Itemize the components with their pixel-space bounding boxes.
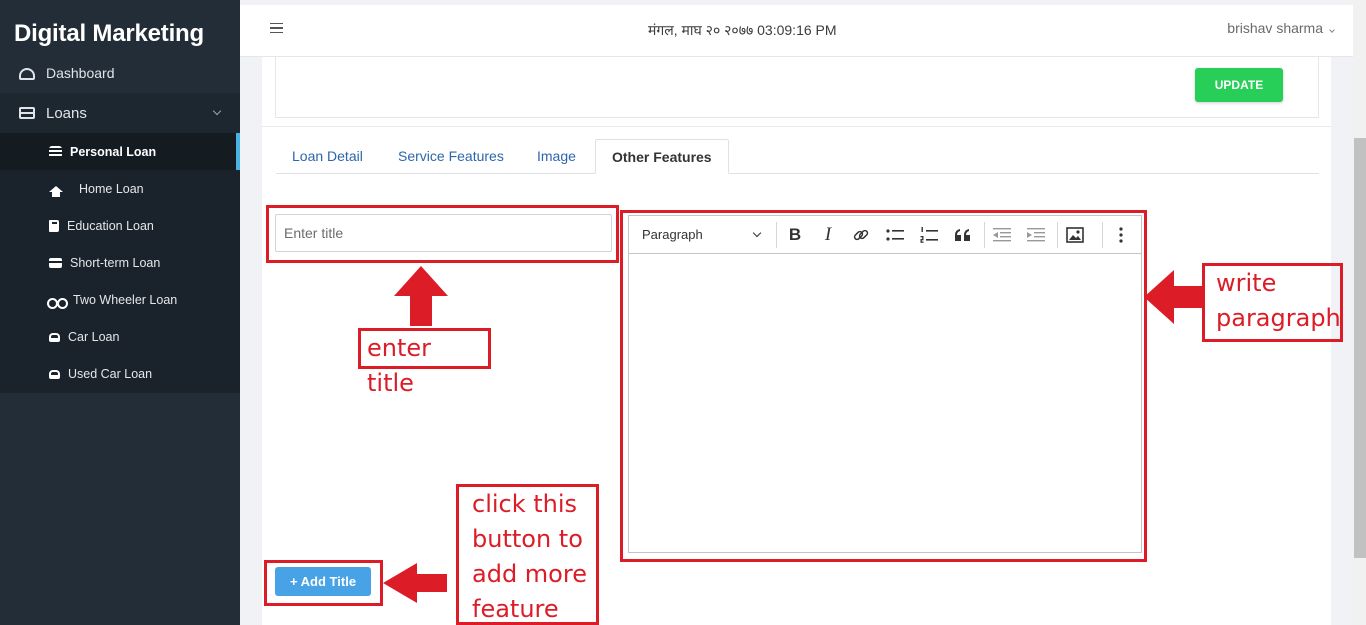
loan-tabs: Loan Detail Service Features Image Other… — [276, 139, 1319, 174]
sidebar-item-label: Home Loan — [79, 181, 144, 196]
annotation-line: button to — [472, 525, 583, 553]
sidebar-item-label: Personal Loan — [70, 144, 157, 159]
sidebar-item-two-wheeler-loan[interactable]: Two Wheeler Loan — [0, 281, 240, 318]
annotation-line: paragraph — [1216, 304, 1341, 332]
motorcycle-icon — [47, 294, 68, 309]
add-button-highlight — [264, 560, 383, 606]
car-icon — [49, 333, 60, 342]
section-divider — [262, 126, 1331, 127]
car-icon — [49, 370, 60, 379]
sidebar-item-car-loan[interactable]: Car Loan — [0, 318, 240, 355]
sidebar-item-home-loan[interactable]: Home Loan — [0, 170, 240, 207]
credit-card-icon — [49, 257, 62, 268]
sidebar-item-personal-loan[interactable]: Personal Loan — [0, 133, 240, 170]
chevron-down-icon[interactable] — [1329, 27, 1335, 33]
sidebar-item-label: Dashboard — [46, 65, 115, 81]
chevron-down-icon — [212, 106, 222, 116]
tab-loan-detail[interactable]: Loan Detail — [292, 139, 363, 174]
sidebar-item-used-car-loan[interactable]: Used Car Loan — [0, 355, 240, 392]
sidebar-item-education-loan[interactable]: Education Loan — [0, 207, 240, 244]
arrow-left-icon — [1144, 270, 1202, 324]
update-button[interactable]: UPDATE — [1195, 68, 1283, 102]
sidebar-item-dashboard[interactable]: Dashboard — [0, 53, 240, 93]
annotation-enter-title: enter title — [358, 328, 491, 397]
home-icon — [49, 185, 63, 197]
tab-service-features[interactable]: Service Features — [398, 139, 504, 174]
sidebar-item-label: Loans — [46, 104, 87, 122]
sidebar-item-label: Short-term Loan — [70, 255, 161, 270]
loans-submenu: Personal Loan Home Loan Education Loan S… — [0, 133, 240, 393]
annotation-write-paragraph: write paragraph — [1202, 263, 1343, 342]
sidebar-item-label: Education Loan — [67, 218, 154, 233]
annotation-line: click this — [472, 490, 578, 518]
annotation-line: feature — [472, 595, 559, 623]
dashboard-gauge-icon — [19, 68, 35, 80]
book-icon — [49, 219, 59, 232]
credit-card-icon — [19, 107, 35, 119]
upper-panel — [275, 57, 1319, 118]
coins-icon — [49, 145, 62, 158]
tab-image[interactable]: Image — [537, 139, 576, 174]
brand-title: Digital Marketing — [14, 20, 204, 47]
sidebar-item-label: Two Wheeler Loan — [73, 292, 178, 307]
editor-highlight — [620, 210, 1147, 562]
app-root: Digital Marketing Dashboard Loans Person… — [0, 0, 1366, 625]
nepali-datetime: मंगल, माघ २० २०७७ 03:09:16 PM — [648, 22, 837, 38]
title-input-highlight — [266, 205, 619, 263]
sidebar-item-label: Used Car Loan — [68, 366, 153, 381]
top-bar: मंगल, माघ २० २०७७ 03:09:16 PM brishav sh… — [240, 5, 1353, 57]
hamburger-menu-icon[interactable] — [270, 23, 283, 33]
sidebar-item-short-term-loan[interactable]: Short-term Loan — [0, 244, 240, 281]
user-menu[interactable]: brishav sharma — [1227, 20, 1323, 36]
annotation-line: add more — [472, 560, 587, 588]
page-scrollbar-thumb[interactable] — [1354, 138, 1366, 558]
annotation-add-more-feature: click this button to add more feature — [456, 484, 599, 625]
annotation-line: write — [1216, 269, 1277, 297]
sidebar: Digital Marketing Dashboard Loans Person… — [0, 0, 240, 625]
sidebar-item-label: Car Loan — [68, 329, 120, 344]
arrow-left-icon — [383, 563, 447, 603]
tab-other-features[interactable]: Other Features — [595, 139, 729, 174]
arrow-up-icon — [394, 266, 448, 326]
sidebar-item-loans[interactable]: Loans — [0, 93, 240, 133]
